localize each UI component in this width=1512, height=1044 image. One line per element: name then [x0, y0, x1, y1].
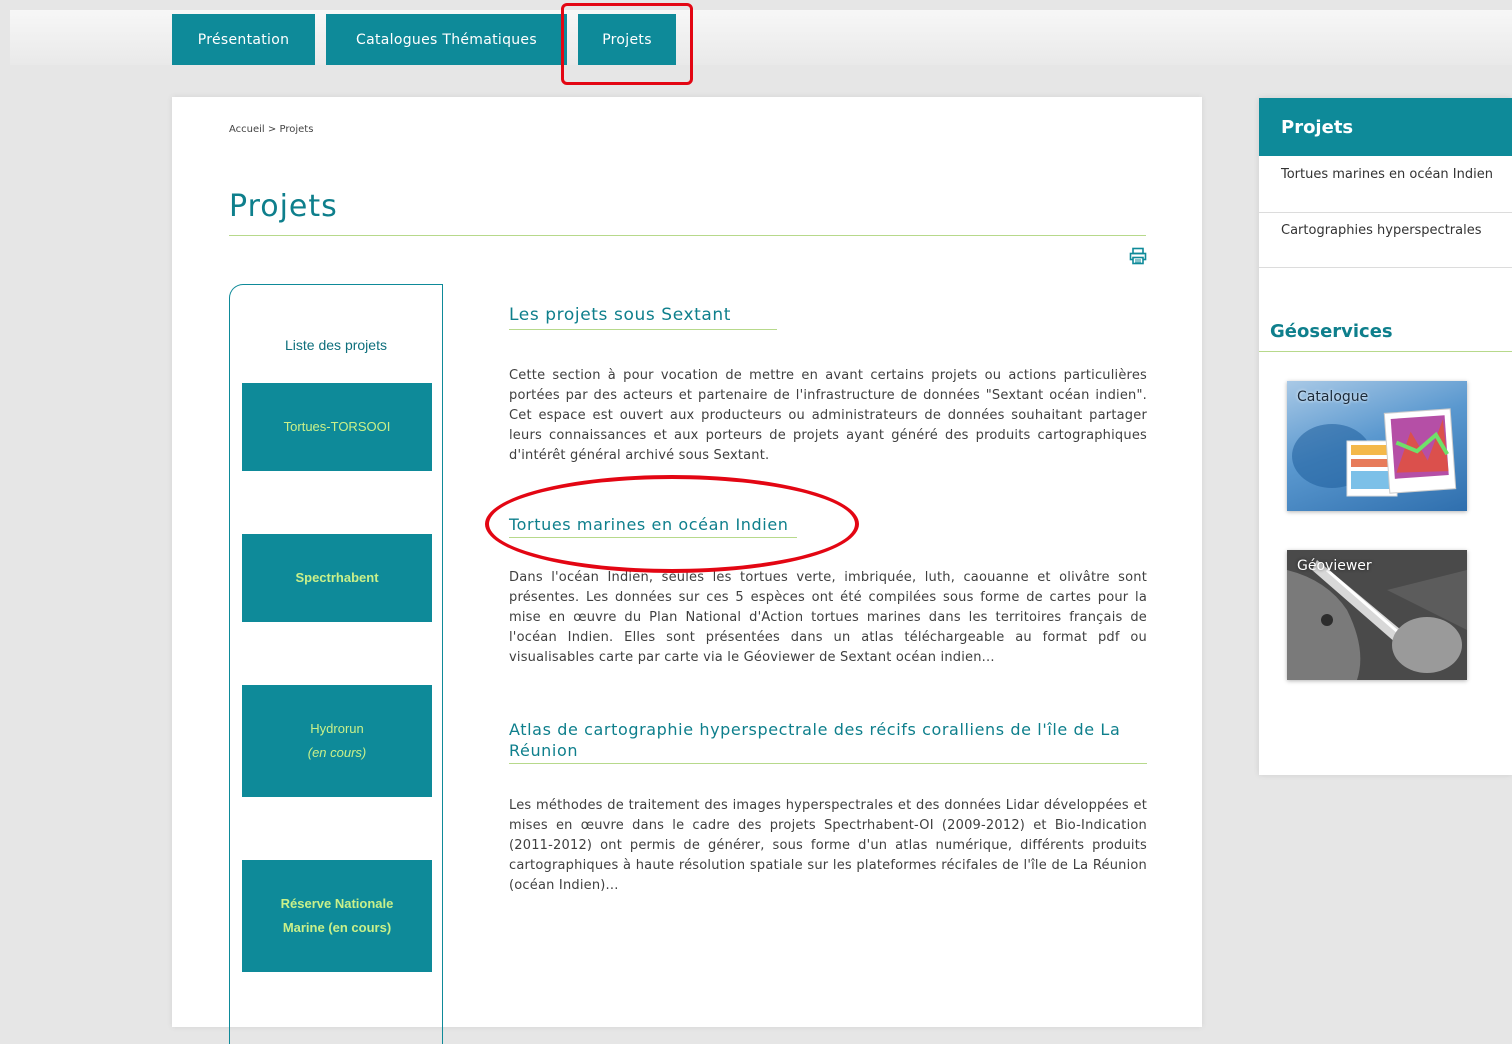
section-text: Cette section à pour vocation de mettre …	[509, 368, 1147, 463]
page-title: Projets	[229, 189, 338, 224]
geoviewer-thumbnail[interactable]: Géoviewer	[1287, 550, 1467, 680]
highlight-ellipse	[485, 475, 859, 573]
breadcrumb: Accueil > Projets	[229, 124, 313, 135]
project-tile-label: Réserve Nationale	[280, 896, 394, 911]
project-tile-status: (en cours)	[307, 745, 367, 760]
project-tile-label: Hydrorun	[310, 721, 364, 736]
right-panel-link-label: Cartographies hyperspectrales	[1281, 223, 1482, 238]
geoservices-title: Géoservices	[1270, 321, 1393, 342]
project-tile-label: Tortues-TORSOOI	[283, 419, 391, 434]
project-list: Liste des projets Tortues-TORSOOI Spectr…	[229, 284, 443, 1044]
section-projets-sextant: Les projets sous Sextant Cette section à…	[509, 305, 1147, 466]
section-title: Les projets sous Sextant	[509, 305, 732, 325]
tab-catalogues-thematiques[interactable]: Catalogues Thématiques	[326, 14, 567, 65]
section-atlas-hyperspectral: Atlas de cartographie hyperspectrale des…	[509, 719, 1147, 896]
right-panel-link-tortues[interactable]: Tortues marines en océan Indien	[1259, 166, 1512, 213]
title-divider	[229, 235, 1146, 236]
tab-presentation[interactable]: Présentation	[172, 14, 315, 65]
project-tile-label: Spectrhabent	[295, 570, 379, 585]
section-text: Les méthodes de traitement des images hy…	[509, 798, 1147, 893]
project-tile-tortues-torsooi[interactable]: Tortues-TORSOOI	[242, 383, 432, 471]
right-panel-title: Projets	[1259, 98, 1512, 156]
project-tile-reserve-nationale-marine[interactable]: Réserve Nationale Marine (en cours)	[242, 860, 432, 972]
breadcrumb-separator: >	[267, 124, 277, 135]
catalogue-thumbnail-label: Catalogue	[1297, 389, 1369, 405]
breadcrumb-home-link[interactable]: Accueil	[229, 124, 265, 135]
right-panel: Projets Tortues marines en océan Indien …	[1259, 98, 1512, 775]
project-tile-spectrhabent[interactable]: Spectrhabent	[242, 534, 432, 622]
breadcrumb-current: Projets	[279, 124, 314, 135]
section-title-link[interactable]: Atlas de cartographie hyperspectrale des…	[509, 719, 1147, 761]
project-list-title: Liste des projets	[285, 337, 387, 353]
section-divider	[509, 763, 1147, 764]
highlight-rectangle	[561, 3, 693, 85]
project-tile-hydrorun[interactable]: Hydrorun (en cours)	[242, 685, 432, 797]
section-divider	[509, 329, 777, 330]
geoviewer-thumbnail-label: Géoviewer	[1297, 558, 1372, 574]
project-tile-label-2: Marine (en cours)	[282, 920, 392, 935]
section-text: Dans l'océan Indien, seules les tortues …	[509, 570, 1147, 665]
catalogue-thumbnail[interactable]: Catalogue	[1287, 381, 1467, 511]
print-icon[interactable]	[1129, 247, 1147, 265]
right-panel-link-cartographies[interactable]: Cartographies hyperspectrales	[1259, 222, 1512, 268]
geoservices-divider	[1259, 351, 1512, 352]
right-panel-link-label: Tortues marines en océan Indien	[1281, 167, 1493, 182]
